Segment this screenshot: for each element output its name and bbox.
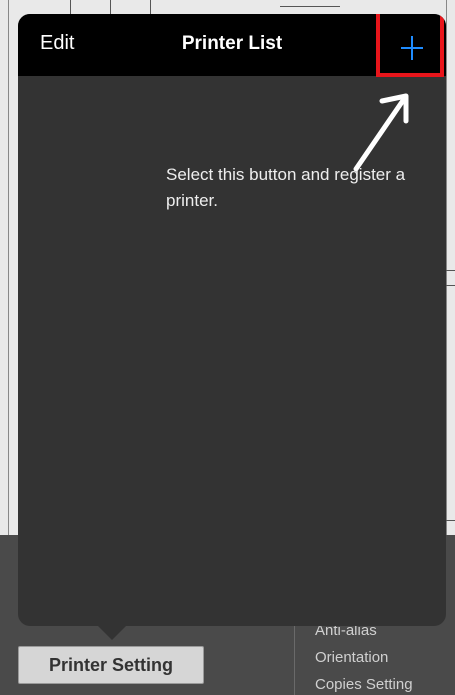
printer-setting-button[interactable]: Printer Setting [18, 646, 204, 684]
drawing-line [110, 0, 111, 14]
setting-copies[interactable]: Copies Setting [315, 676, 413, 693]
drawing-line [446, 520, 455, 521]
add-printer-button[interactable] [376, 14, 444, 77]
setting-orientation[interactable]: Orientation [315, 649, 388, 666]
drawing-frame-left [8, 0, 9, 540]
drawing-line [446, 285, 455, 286]
drawing-line [150, 0, 151, 14]
plus-icon-vertical [411, 36, 413, 60]
popover-arrow [96, 624, 128, 640]
drawing-line [446, 270, 455, 271]
drawing-line [70, 0, 71, 14]
hint-text: Select this button and register a printe… [166, 165, 406, 210]
drawing-line [280, 6, 340, 7]
printer-list-popover: Edit Printer List Select this button and… [18, 14, 446, 626]
